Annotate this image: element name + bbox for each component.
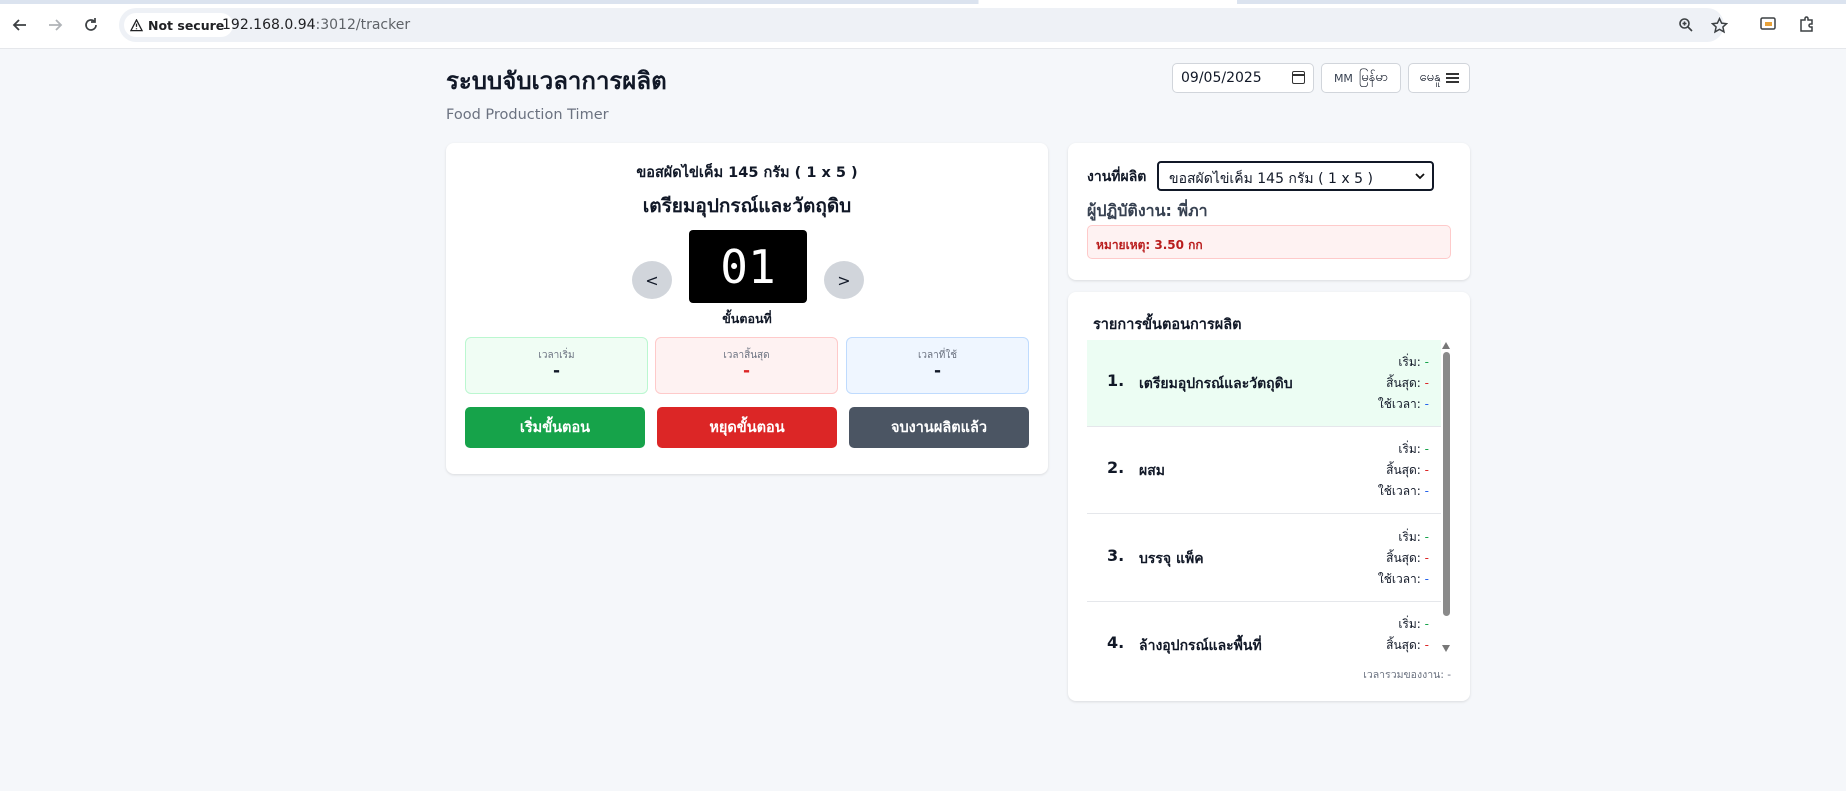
step-end-value: -	[1424, 463, 1429, 477]
date-value: 09/05/2025	[1181, 70, 1262, 86]
prev-step-button[interactable]: <	[632, 261, 672, 299]
start-step-button[interactable]: เริ่มขั้นตอน	[465, 407, 645, 448]
step-start-value: -	[1424, 442, 1429, 456]
step-end-label: สิ้นสุด:	[1386, 463, 1421, 477]
scroll-up-arrow-icon[interactable]	[1442, 342, 1450, 349]
step-end-label: สิ้นสุด:	[1386, 551, 1421, 565]
total-time: เวลารวมของงาน: -	[1363, 666, 1451, 683]
job-info-card: งานที่ผลิต ขอสผัดไข่เค็ม 145 กรัม ( 1 x …	[1068, 143, 1470, 280]
page-title: ระบบจับเวลาการผลิต	[446, 67, 667, 95]
end-time-value: -	[742, 361, 751, 381]
back-icon[interactable]	[8, 13, 32, 37]
used-time-value: -	[933, 361, 942, 381]
step-used-label: ใช้เวลา:	[1377, 397, 1421, 411]
browser-toolbar: Not secure 192.168.0.94:3012/tracker	[0, 0, 1846, 49]
operator-name: ผู้ปฏิบัติงาน: พี่ภา	[1087, 201, 1208, 220]
step-end-value: -	[1424, 551, 1429, 565]
url-text[interactable]: 192.168.0.94:3012/tracker	[222, 17, 410, 33]
note-banner: หมายเหตุ: 3.50 กก	[1087, 225, 1451, 259]
next-step-button[interactable]: >	[824, 261, 864, 299]
step-end-value: -	[1424, 376, 1429, 390]
menu-label: မေနူ	[1419, 69, 1441, 85]
step-start-label: เริ่ม:	[1398, 617, 1421, 631]
step-row-number: 4.	[1107, 633, 1125, 652]
step-start-label: เริ่ม:	[1398, 442, 1421, 456]
step-row[interactable]: 2. ผสม เริ่ม: - สิ้นสุด: - ใช้เวลา: -	[1087, 427, 1441, 514]
step-row-name: บรรจุ แพ็ค	[1139, 551, 1204, 567]
steps-scrollbar[interactable]	[1441, 340, 1451, 654]
job-select[interactable]: ขอสผัดไข่เค็ม 145 กรัม ( 1 x 5 )	[1157, 161, 1434, 191]
forward-icon[interactable]	[43, 13, 67, 37]
address-bar[interactable]: Not secure 192.168.0.94:3012/tracker	[119, 8, 1728, 42]
star-icon[interactable]	[1710, 16, 1728, 34]
scroll-thumb[interactable]	[1443, 352, 1450, 616]
step-row-name: ผสม	[1139, 463, 1165, 479]
start-time-value: -	[552, 361, 561, 381]
step-row-number: 2.	[1107, 458, 1125, 477]
total-time-value: -	[1447, 669, 1451, 681]
tab-strip	[0, 0, 1846, 4]
hamburger-icon	[1445, 73, 1459, 83]
end-time-box: เวลาสิ้นสุด -	[655, 337, 838, 394]
warning-icon	[130, 18, 143, 31]
step-row-name: ล้างอุปกรณ์และพื้นที่	[1139, 638, 1262, 654]
step-number-label: ขั้นตอนที่	[722, 311, 772, 326]
calendar-icon[interactable]	[1292, 71, 1305, 84]
page-subtitle: Food Production Timer	[446, 107, 609, 123]
step-number-display: 01	[689, 230, 807, 303]
language-label: မြန်မာ	[1358, 69, 1389, 85]
steps-list[interactable]: 1. เตรียมอุปกรณ์และวัตถุดิบ เริ่ม: - สิ้…	[1087, 340, 1441, 654]
language-button[interactable]: MM မြန်မာ	[1321, 63, 1401, 93]
security-label: Not secure	[148, 17, 225, 33]
job-label: งานที่ผลิต	[1087, 169, 1147, 185]
security-chip[interactable]: Not secure	[124, 13, 234, 37]
stop-step-button[interactable]: หยุดขั้นตอน	[657, 407, 837, 448]
step-start-value: -	[1424, 355, 1429, 369]
date-input[interactable]: 09/05/2025	[1172, 63, 1314, 93]
reload-icon[interactable]	[79, 13, 103, 37]
timer-card: ขอสผัดไข่เค็ม 145 กรัม ( 1 x 5 ) เตรียมอ…	[446, 143, 1048, 474]
cast-icon[interactable]	[1758, 14, 1778, 34]
url-path: :3012/tracker	[315, 17, 411, 33]
step-row-name: เตรียมอุปกรณ์และวัตถุดิบ	[1139, 376, 1293, 392]
step-used-label: ใช้เวลา:	[1377, 484, 1421, 498]
step-row[interactable]: 3. บรรจุ แพ็ค เริ่ม: - สิ้นสุด: - ใช้เวล…	[1087, 515, 1441, 602]
scroll-down-arrow-icon[interactable]	[1442, 645, 1450, 652]
start-time-box: เวลาเริ่ม -	[465, 337, 648, 394]
zoom-icon[interactable]	[1677, 16, 1695, 34]
step-row-number: 1.	[1107, 371, 1125, 390]
steps-card: รายการขั้นตอนการผลิต 1. เตรียมอุปกรณ์และ…	[1068, 292, 1470, 701]
url-host: 192.168.0.94	[222, 17, 316, 33]
step-used-value: -	[1424, 397, 1429, 411]
step-end-value: -	[1424, 638, 1429, 652]
step-used-value: -	[1424, 572, 1429, 586]
chevron-down-icon	[1415, 173, 1425, 180]
menu-button[interactable]: မေနူ	[1408, 63, 1470, 93]
step-start-label: เริ่ม:	[1398, 530, 1421, 544]
step-start-label: เริ่ม:	[1398, 355, 1421, 369]
job-selected-value: ขอสผัดไข่เค็ม 145 กรัม ( 1 x 5 )	[1169, 171, 1373, 187]
step-used-value: -	[1424, 484, 1429, 498]
step-end-label: สิ้นสุด:	[1386, 376, 1421, 390]
finish-production-button[interactable]: จบงานผลิตแล้ว	[849, 407, 1029, 448]
step-row[interactable]: 4. ล้างอุปกรณ์และพื้นที่ เริ่ม: - สิ้นสุ…	[1087, 602, 1441, 654]
step-start-value: -	[1424, 617, 1429, 631]
used-time-box: เวลาที่ใช้ -	[846, 337, 1029, 394]
language-code: MM	[1333, 71, 1353, 85]
step-row-number: 3.	[1107, 546, 1125, 565]
step-used-label: ใช้เวลา:	[1377, 572, 1421, 586]
step-end-label: สิ้นสุด:	[1386, 638, 1421, 652]
step-row[interactable]: 1. เตรียมอุปกรณ์และวัตถุดิบ เริ่ม: - สิ้…	[1087, 340, 1441, 427]
extensions-icon[interactable]	[1797, 14, 1817, 34]
current-step-name: เตรียมอุปกรณ์และวัตถุดิบ	[642, 195, 852, 217]
steps-title: รายการขั้นตอนการผลิต	[1093, 317, 1242, 333]
step-start-value: -	[1424, 530, 1429, 544]
product-name: ขอสผัดไข่เค็ม 145 กรัม ( 1 x 5 )	[636, 165, 858, 181]
total-time-label: เวลารวมของงาน:	[1363, 669, 1444, 681]
